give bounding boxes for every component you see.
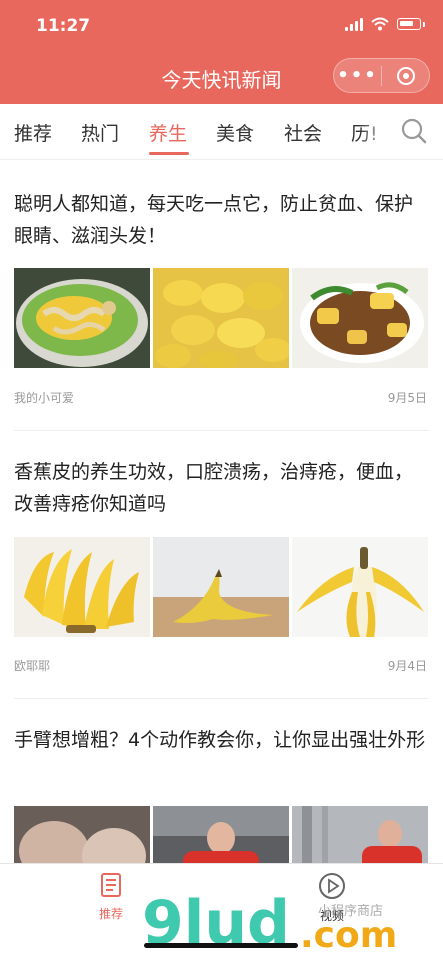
article-divider: [14, 430, 429, 431]
target-icon[interactable]: [382, 66, 429, 85]
article-title[interactable]: 香蕉皮的养生功效，口腔溃疡，治痔疮，便血，改善痔疮你知道吗: [14, 456, 426, 520]
article-author: 欧耶耶: [14, 659, 51, 673]
wifi-icon: [371, 17, 389, 31]
active-tab-indicator: [149, 152, 189, 155]
article-title[interactable]: 手臂想增粗？4个动作教会你，让你显出强壮外形: [14, 724, 426, 756]
nav-item-recommend[interactable]: 推荐: [71, 872, 151, 922]
search-icon: [401, 118, 427, 144]
article-title[interactable]: 聪明人都知道，每天吃一点它，防止贫血、保护眼睛、滋润头发！: [14, 188, 426, 252]
nav-label: 推荐: [98, 907, 123, 921]
home-indicator: [144, 943, 298, 948]
signal-icon: [345, 17, 363, 31]
tabs-fade: [360, 105, 392, 157]
battery-icon: [397, 18, 421, 30]
svg-text:.com: .com: [300, 915, 397, 955]
article-author: 我的小可爱: [14, 391, 75, 405]
battery-tip: [423, 21, 425, 27]
tab-health[interactable]: 养生: [149, 119, 187, 146]
header-bar: 11:27 今天快讯新闻 •••: [0, 0, 443, 104]
article-images: [14, 268, 429, 368]
article-image[interactable]: [153, 537, 289, 637]
tab-society[interactable]: 社会: [284, 119, 322, 146]
svg-text:小程序商店: 小程序商店: [318, 904, 383, 919]
document-icon: [101, 873, 121, 897]
status-icons: [345, 17, 425, 31]
article-divider: [14, 698, 429, 699]
tab-hot[interactable]: 热门: [81, 119, 119, 146]
article-image[interactable]: [14, 537, 150, 637]
article-date: 9月5日: [387, 391, 427, 405]
more-dots-icon[interactable]: •••: [334, 65, 381, 86]
search-button[interactable]: [397, 113, 433, 149]
status-time: 11:27: [36, 16, 91, 36]
tab-recommend[interactable]: 推荐: [14, 119, 52, 146]
article-date: 9月4日: [387, 659, 427, 673]
tab-food[interactable]: 美食: [216, 119, 254, 146]
article-image[interactable]: [292, 537, 428, 637]
article-image[interactable]: [153, 268, 289, 368]
article-image[interactable]: [14, 268, 150, 368]
article-image[interactable]: [292, 268, 428, 368]
article-images: [14, 537, 429, 637]
mini-program-capsule: •••: [333, 58, 430, 93]
